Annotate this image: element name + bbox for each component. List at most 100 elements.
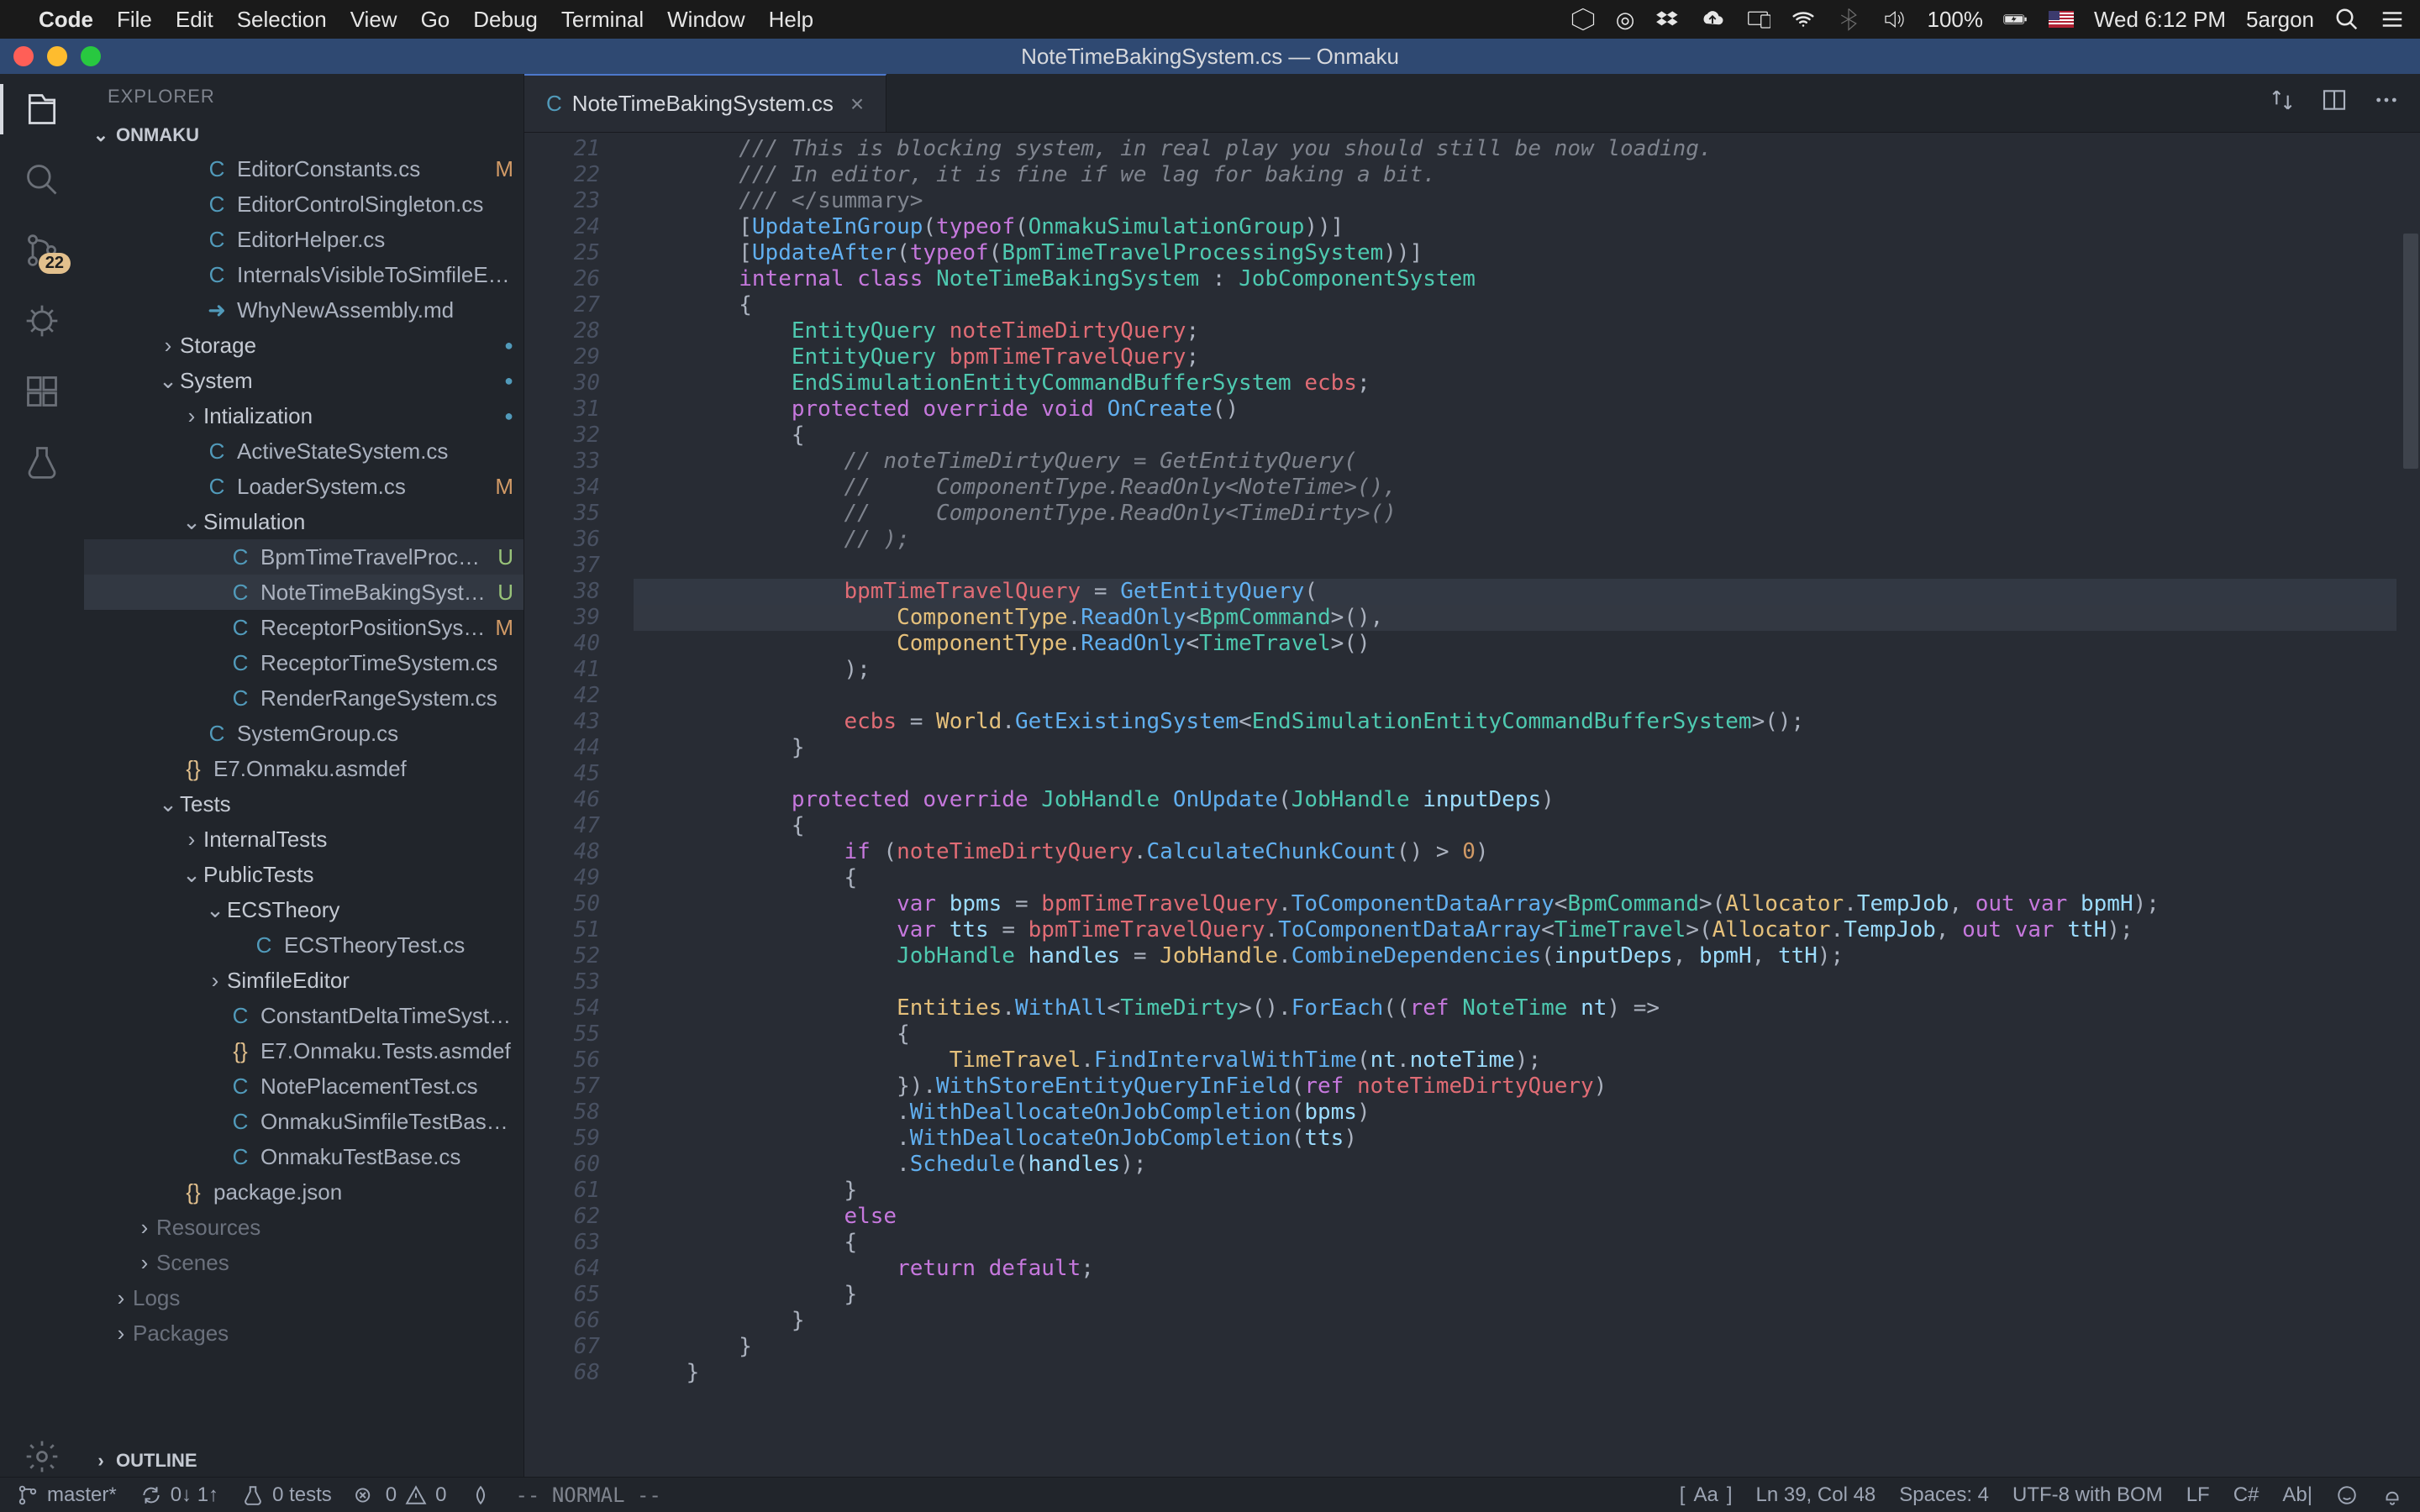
- tree-folder[interactable]: ›Intialization: [84, 398, 523, 433]
- menu-view[interactable]: View: [350, 7, 397, 33]
- tree-item-label: PublicTests: [203, 862, 513, 888]
- status-sync[interactable]: 0↓ 1↑: [140, 1483, 218, 1507]
- menu-debug[interactable]: Debug: [473, 7, 538, 33]
- tab-close-button[interactable]: ×: [850, 91, 864, 118]
- tree-item-label: OnmakuTestBase.cs: [260, 1144, 513, 1170]
- sidebar-section-header[interactable]: ⌄ ONMAKU: [84, 119, 523, 151]
- tree-file[interactable]: CReceptorTimeSystem.cs: [84, 645, 523, 680]
- tree-item-label: SimfileEditor: [227, 968, 513, 994]
- menu-go[interactable]: Go: [421, 7, 450, 33]
- status-matchcase[interactable]: [Aa]: [1680, 1483, 1733, 1507]
- menu-edit[interactable]: Edit: [176, 7, 213, 33]
- activity-settings[interactable]: [22, 1436, 62, 1477]
- editor[interactable]: 2122232425262728293031323334353637383940…: [524, 133, 2420, 1477]
- window-zoom-button[interactable]: [81, 46, 101, 66]
- file-tree: CEditorConstants.csMCEditorControlSingle…: [84, 151, 523, 1445]
- tree-folder[interactable]: ⌄Simulation: [84, 504, 523, 539]
- spotlight-icon[interactable]: [2334, 7, 2360, 32]
- battery-tray-icon[interactable]: [2003, 7, 2028, 32]
- tree-file[interactable]: CRenderRangeSystem.cs: [84, 680, 523, 716]
- activity-explorer[interactable]: [22, 89, 62, 129]
- activity-scm[interactable]: 22: [22, 230, 62, 270]
- tree-file[interactable]: CEditorConstants.csM: [84, 151, 523, 186]
- tree-folder[interactable]: ⌄System: [84, 363, 523, 398]
- menu-app[interactable]: Code: [39, 7, 93, 33]
- dropbox-tray-icon[interactable]: [1655, 7, 1680, 32]
- tree-file[interactable]: CEditorControlSingleton.cs: [84, 186, 523, 222]
- status-tests[interactable]: 0 tests: [242, 1483, 332, 1507]
- outline-header[interactable]: › OUTLINE: [84, 1445, 523, 1477]
- status-bell-icon[interactable]: [2381, 1484, 2403, 1506]
- tree-file[interactable]: CConstantDeltaTimeSystem.cs: [84, 998, 523, 1033]
- status-language[interactable]: C#: [2233, 1483, 2260, 1507]
- tree-item-label: ConstantDeltaTimeSystem.cs: [260, 1003, 513, 1029]
- tree-folder[interactable]: ›InternalTests: [84, 822, 523, 857]
- tab-active[interactable]: C NoteTimeBakingSystem.cs ×: [524, 74, 886, 132]
- tree-file[interactable]: ➜WhyNewAssembly.md: [84, 292, 523, 328]
- status-feedback-icon[interactable]: [2336, 1484, 2358, 1506]
- status-spellcheck[interactable]: Ab|: [2282, 1483, 2312, 1507]
- menubar-clock[interactable]: Wed 6:12 PM: [2094, 7, 2226, 33]
- activity-debug[interactable]: [22, 301, 62, 341]
- tree-file[interactable]: CSystemGroup.cs: [84, 716, 523, 751]
- tree-file[interactable]: {}E7.Onmaku.asmdef: [84, 751, 523, 786]
- input-source-icon[interactable]: [2049, 7, 2074, 32]
- tree-folder[interactable]: ›Resources: [84, 1210, 523, 1245]
- tray-icon[interactable]: ◎: [1616, 7, 1635, 33]
- wifi-tray-icon[interactable]: [1791, 7, 1816, 32]
- tree-file[interactable]: CActiveStateSystem.cs: [84, 433, 523, 469]
- volume-tray-icon[interactable]: [1881, 7, 1907, 32]
- menu-window[interactable]: Window: [667, 7, 744, 33]
- status-problems[interactable]: 0 0: [355, 1483, 447, 1507]
- activity-search[interactable]: [22, 160, 62, 200]
- compare-changes-icon[interactable]: [2269, 87, 2296, 119]
- tree-file[interactable]: {}E7.Onmaku.Tests.asmdef: [84, 1033, 523, 1068]
- tree-file[interactable]: CBpmTimeTravelProcessin...U: [84, 539, 523, 575]
- tree-folder[interactable]: ⌄PublicTests: [84, 857, 523, 892]
- status-indent[interactable]: Spaces: 4: [1899, 1483, 1989, 1507]
- tree-folder[interactable]: ›SimfileEditor: [84, 963, 523, 998]
- window-minimize-button[interactable]: [47, 46, 67, 66]
- menu-terminal[interactable]: Terminal: [561, 7, 644, 33]
- tree-item-label: ECSTheoryTest.cs: [284, 932, 513, 958]
- tree-file[interactable]: CNoteTimeBakingSystem.csU: [84, 575, 523, 610]
- activity-test[interactable]: [22, 442, 62, 482]
- menu-selection[interactable]: Selection: [237, 7, 327, 33]
- tree-file[interactable]: COnmakuSimfileTestBase.cs: [84, 1104, 523, 1139]
- code-content[interactable]: /// This is blocking system, in real pla…: [634, 133, 2420, 1386]
- status-live-share[interactable]: [470, 1484, 492, 1506]
- tree-file[interactable]: COnmakuTestBase.cs: [84, 1139, 523, 1174]
- tree-file[interactable]: CEditorHelper.cs: [84, 222, 523, 257]
- tree-file[interactable]: CECSTheoryTest.cs: [84, 927, 523, 963]
- more-actions-icon[interactable]: [2373, 87, 2400, 119]
- unity-tray-icon[interactable]: [1570, 7, 1596, 32]
- menu-help[interactable]: Help: [769, 7, 813, 33]
- display-tray-icon[interactable]: [1745, 7, 1770, 32]
- battery-percent[interactable]: 100%: [1927, 7, 1983, 33]
- tree-file[interactable]: CInternalsVisibleToSimfileEditor.cs: [84, 257, 523, 292]
- activity-extensions[interactable]: [22, 371, 62, 412]
- tree-folder[interactable]: ›Logs: [84, 1280, 523, 1315]
- tree-file[interactable]: CLoaderSystem.csM: [84, 469, 523, 504]
- minimap-viewport[interactable]: [2403, 234, 2418, 469]
- tree-folder[interactable]: ›Scenes: [84, 1245, 523, 1280]
- cloud-tray-icon[interactable]: [1700, 7, 1725, 32]
- menu-file[interactable]: File: [117, 7, 152, 33]
- menubar-user[interactable]: 5argon: [2246, 7, 2314, 33]
- minimap[interactable]: [2396, 133, 2420, 1477]
- tree-file[interactable]: {}package.json: [84, 1174, 523, 1210]
- tree-folder[interactable]: ›Storage: [84, 328, 523, 363]
- status-encoding[interactable]: UTF-8 with BOM: [2012, 1483, 2163, 1507]
- split-editor-icon[interactable]: [2321, 87, 2348, 119]
- bluetooth-tray-icon[interactable]: [1836, 7, 1861, 32]
- status-eol[interactable]: LF: [2186, 1483, 2210, 1507]
- tree-folder[interactable]: ⌄Tests: [84, 786, 523, 822]
- status-branch[interactable]: master*: [17, 1483, 117, 1507]
- notification-center-icon[interactable]: [2380, 7, 2405, 32]
- status-cursor[interactable]: Ln 39, Col 48: [1756, 1483, 1876, 1507]
- window-close-button[interactable]: [13, 46, 34, 66]
- tree-folder[interactable]: ›Packages: [84, 1315, 523, 1351]
- tree-file[interactable]: CReceptorPositionSystem.csM: [84, 610, 523, 645]
- tree-folder[interactable]: ⌄ECSTheory: [84, 892, 523, 927]
- tree-file[interactable]: CNotePlacementTest.cs: [84, 1068, 523, 1104]
